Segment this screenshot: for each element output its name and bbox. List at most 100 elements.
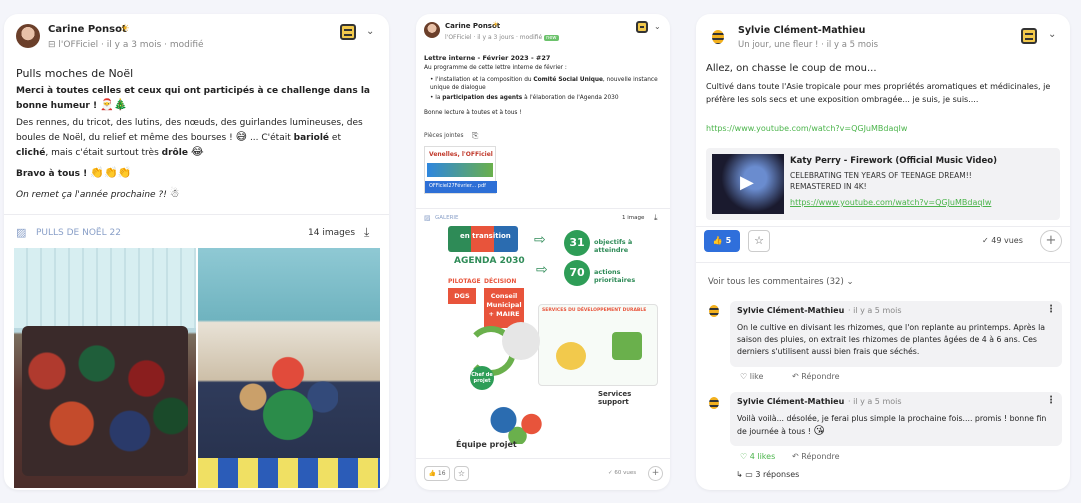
clap-emoji: 👏👏👏: [90, 166, 132, 179]
comment-2: Sylvie Clément-Mathieu · il y a 5 mois ⋮…: [730, 392, 1062, 446]
edit-icon[interactable]: [340, 24, 356, 40]
post-time: il y a 3 mois: [106, 40, 162, 50]
attachment-thumb[interactable]: Venelles, l'OFFiciel OFFiciel27Février..…: [424, 146, 497, 194]
arrow-icon: ⇨: [536, 262, 548, 278]
post-outro: Bonne lecture à toutes et à tous !: [424, 110, 522, 116]
attachment-title: Venelles, l'OFFiciel: [429, 151, 493, 158]
post-meta: Un jour, une fleur ! · il y a 5 mois: [738, 40, 879, 50]
poster-heading: en transition: [460, 232, 511, 240]
gallery-count: 1 image: [622, 215, 645, 221]
bravo-text: Bravo à tous ! 👏👏👏: [16, 166, 132, 179]
laugh-emoji: 😂: [190, 145, 204, 158]
like-button[interactable]: 👍 5: [704, 230, 740, 252]
poster-num70-text: actions prioritaires: [594, 268, 636, 284]
add-button[interactable]: +: [648, 466, 663, 481]
comment-time: · il y a 5 mois: [848, 397, 902, 406]
add-button[interactable]: +: [1040, 230, 1062, 252]
post-link[interactable]: https://www.youtube.com/watch?v=QGJuMBda…: [706, 124, 907, 133]
bullet-1: • l'installation et la composition du Co…: [430, 77, 658, 91]
snowman-emoji: ☃: [169, 187, 180, 200]
gallery-icon: ▨: [424, 214, 431, 222]
edited-label: modifié: [169, 40, 204, 50]
edit-icon[interactable]: [636, 21, 648, 33]
comment-reply[interactable]: ↶ Répondre: [792, 452, 840, 461]
new-badge: new: [544, 35, 559, 41]
comment-reply[interactable]: ↶ Répondre: [792, 372, 840, 381]
bee-avatar[interactable]: [704, 300, 724, 320]
lock-icon: ⊟: [48, 40, 56, 50]
divider: [416, 208, 670, 209]
post-thanks: Merci à toutes celles et ceux qui ont pa…: [16, 86, 370, 111]
poster-agenda: AGENDA 2030: [454, 256, 525, 266]
sun-icon: ☀: [120, 22, 130, 35]
attachment-file: OFFiciel27Février... pdf: [429, 183, 486, 189]
author-name[interactable]: Sylvie Clément-Mathieu: [738, 25, 865, 36]
chevron-down-icon[interactable]: ⌄: [366, 26, 374, 37]
more-icon[interactable]: ⋮: [1046, 304, 1056, 315]
author-avatar[interactable]: [16, 24, 40, 48]
post-card-lettre: Carine Ponsot ☀ l'OFFiciel · il y a 3 jo…: [416, 14, 670, 490]
video-link[interactable]: https://www.youtube.com/watch?v=QGJuMBda…: [790, 198, 991, 207]
download-icon[interactable]: ⤓: [364, 225, 369, 240]
gallery-label[interactable]: PULLS DE NOËL 22: [36, 228, 121, 238]
post-time: il y a 3 jours: [477, 34, 515, 41]
divider: [696, 262, 1070, 263]
like-button[interactable]: 👍 16: [424, 466, 450, 481]
closing-text: On remet ça l'année prochaine ?! ☃: [16, 187, 180, 200]
comment-like[interactable]: ♡ like: [740, 372, 763, 381]
agenda-poster[interactable]: en transition AGENDA 2030 ⇨ 31 objectifs…: [426, 226, 662, 452]
gallery-label[interactable]: GALERIE: [435, 215, 458, 221]
video-preview[interactable]: ▶ Katy Perry - Firework (Official Music …: [706, 148, 1060, 220]
gallery-icon: ▨: [16, 226, 27, 239]
chevron-down-icon[interactable]: ⌄: [1048, 29, 1056, 40]
thumb-icon: 👍: [712, 236, 723, 245]
post-card-fleur: Sylvie Clément-Mathieu Un jour, une fleu…: [696, 14, 1070, 490]
poster-dgs: DGS: [448, 288, 476, 304]
comment-like[interactable]: ♡ 4 likes: [740, 452, 775, 461]
divider: [696, 226, 1070, 227]
grin-emoji: 😅: [235, 130, 248, 143]
comment-1: Sylvie Clément-Mathieu · il y a 5 mois ⋮…: [730, 301, 1062, 367]
post-card-pulls: Carine Ponsot ☀ ⊟ l'OFFiciel · il y a 3 …: [4, 14, 389, 490]
poster-decision: DÉCISION: [484, 278, 517, 285]
post-time: il y a 5 mois: [826, 40, 879, 50]
thumb-icon: 👍: [428, 470, 436, 477]
gallery-photo-2[interactable]: [198, 248, 380, 488]
divider: [4, 214, 389, 215]
views-count: ✓ 60 vues: [608, 470, 637, 476]
arrow-icon: ⇨: [534, 232, 546, 248]
video-title: Katy Perry - Firework (Official Music Vi…: [790, 156, 997, 166]
bee-avatar[interactable]: [704, 392, 724, 412]
edit-icon[interactable]: [1021, 28, 1037, 44]
poster-pilotage: PILOTAGE: [448, 278, 481, 285]
attachment-icon[interactable]: ⎘: [472, 131, 478, 141]
gallery-count: 14 images: [308, 228, 356, 238]
favorite-button[interactable]: ☆: [454, 466, 469, 481]
comment-author[interactable]: Sylvie Clément-Mathieu: [737, 397, 844, 406]
play-icon[interactable]: ▶: [740, 172, 754, 193]
comment-text: Voilà voilà... désolée, je ferai plus si…: [737, 414, 1047, 437]
poster-num31-text: objectifs à atteindre: [594, 238, 633, 254]
poster-services-dev: SERVICES DU DÉVELOPPEMENT DURABLE: [542, 308, 647, 313]
replies-link[interactable]: ↳ ▭ 3 réponses: [736, 470, 799, 479]
bullet-2: • la participation des agents à l'élabor…: [430, 95, 619, 101]
community-name[interactable]: l'OFFiciel: [445, 34, 472, 41]
post-title: Allez, on chasse le coup de mou...: [706, 63, 877, 74]
bee-avatar[interactable]: [706, 24, 730, 48]
author-avatar[interactable]: [424, 22, 440, 38]
download-icon[interactable]: ⤓: [654, 213, 658, 223]
favorite-button[interactable]: ☆: [748, 230, 770, 252]
community-name[interactable]: Un jour, une fleur !: [738, 40, 818, 50]
see-all-comments[interactable]: Voir tous les commentaires (32) ⌄: [708, 277, 854, 287]
poster-equipe: Équipe projet: [456, 440, 517, 449]
gallery-photo-1[interactable]: [14, 248, 196, 488]
comment-author[interactable]: Sylvie Clément-Mathieu: [737, 306, 844, 315]
comment-text: On le cultive en divisant les rhizomes, …: [737, 323, 1046, 356]
post-title: Pulls moches de Noël: [16, 67, 134, 80]
santa-emoji: 🎅🎄: [100, 98, 128, 111]
more-icon[interactable]: ⋮: [1046, 395, 1056, 406]
chevron-down-icon[interactable]: ⌄: [654, 22, 661, 31]
author-name[interactable]: Carine Ponsot: [48, 24, 127, 35]
video-thumbnail[interactable]: ▶: [712, 154, 784, 214]
community-name[interactable]: l'OFFiciel: [58, 40, 98, 50]
